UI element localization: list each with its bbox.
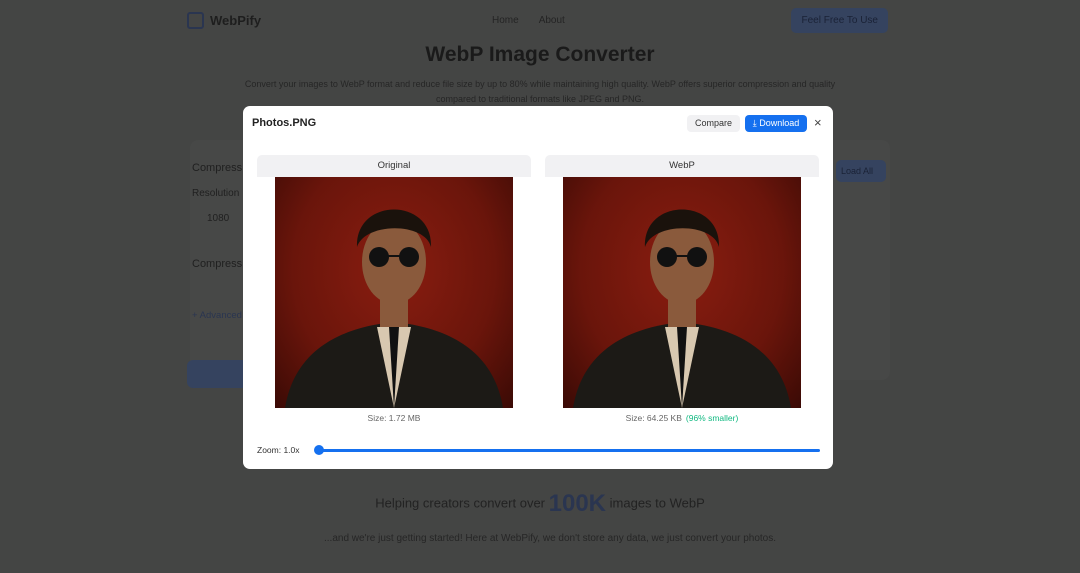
close-icon[interactable]: × (814, 115, 822, 130)
brand-name: WebPify (210, 12, 262, 28)
webp-size-info: Size: 64.25 KB (96% smaller) (545, 413, 819, 423)
logo[interactable]: WebPify (187, 11, 262, 29)
logo-icon (187, 11, 204, 29)
resolution-label: Resolution (192, 188, 240, 199)
compression-label: Compress (192, 258, 243, 270)
modal-title: Photos.PNG (252, 117, 317, 129)
original-size: Size: 1.72 MB (367, 413, 421, 423)
stats-suffix: images to WebP (609, 495, 705, 511)
stats-banner: Helping creators convert over 100K image… (0, 490, 1080, 518)
resolution-input[interactable]: 1080 (207, 213, 229, 224)
stats-number: 100K (548, 490, 607, 517)
original-image (275, 177, 513, 408)
navbar: WebPify Home About Feel Free To Use (187, 7, 888, 33)
zoom-control: Zoom: 1.0x (257, 445, 820, 455)
webp-pane: WebP Size: 64.25 KB (96% smaller) (545, 155, 819, 423)
webp-label: WebP (545, 155, 819, 177)
stats-prefix: Helping creators convert over (375, 495, 546, 511)
webp-image (563, 177, 801, 408)
zoom-slider-thumb[interactable] (313, 445, 324, 455)
zoom-slider[interactable] (313, 445, 820, 455)
preview-modal: Photos.PNG Compare ⤓ Download × Original… (243, 106, 833, 469)
load-all-button[interactable]: Load All (836, 160, 886, 182)
page-title: WebP Image Converter (425, 43, 655, 66)
privacy-note: ...and we're just getting started! Here … (323, 533, 777, 544)
nav-about[interactable]: About (539, 15, 565, 26)
webp-savings: (96% smaller) (685, 413, 739, 423)
page-subtitle: Convert your images to WebP format and r… (244, 79, 836, 104)
compare-button[interactable]: Compare (687, 115, 741, 132)
download-button[interactable]: ⤓ Download (745, 115, 807, 132)
download-label: Download (759, 118, 800, 128)
compress-heading: Compress (192, 162, 243, 174)
cta-button[interactable]: Feel Free To Use (791, 7, 888, 33)
zoom-label: Zoom: 1.0x (257, 445, 300, 455)
original-label: Original (257, 155, 531, 177)
original-pane: Original Size: 1.72 MB (257, 155, 531, 423)
advanced-toggle[interactable]: + Advanced (192, 310, 242, 321)
webp-size: Size: 64.25 KB (625, 413, 682, 423)
nav-home[interactable]: Home (492, 15, 519, 26)
